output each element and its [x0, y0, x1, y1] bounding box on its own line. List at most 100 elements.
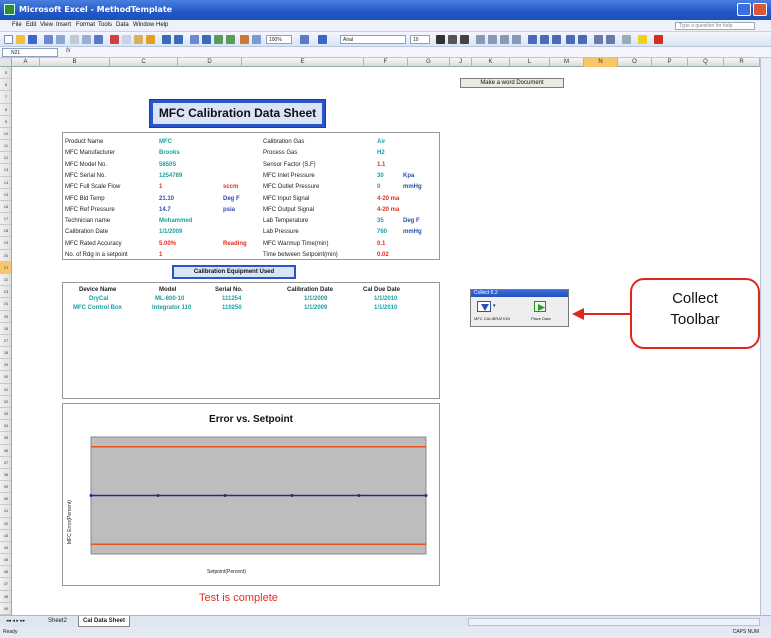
print-icon[interactable]	[70, 35, 79, 44]
menu-file[interactable]: File	[12, 22, 22, 28]
mfc-calibration-dropdown[interactable]: ▾	[493, 303, 496, 309]
copy-icon[interactable]	[122, 35, 131, 44]
row-header[interactable]: 43	[0, 530, 11, 542]
bold-icon[interactable]	[436, 35, 445, 44]
row-header[interactable]: 36	[0, 445, 11, 457]
row-header[interactable]: 21	[0, 261, 11, 275]
format-painter-icon[interactable]	[146, 35, 155, 44]
print-preview-icon[interactable]	[82, 35, 91, 44]
row-header[interactable]: 20	[0, 250, 11, 262]
row-header[interactable]: 13	[0, 164, 11, 177]
autosum-icon[interactable]	[202, 35, 211, 44]
row-header[interactable]: 9	[0, 116, 11, 128]
row-header[interactable]: 27	[0, 335, 11, 348]
horizontal-scrollbar[interactable]	[468, 618, 760, 626]
row-header[interactable]: 15	[0, 189, 11, 201]
paste-icon[interactable]	[134, 35, 143, 44]
column-header[interactable]: R	[724, 58, 760, 67]
row-header[interactable]: 38	[0, 469, 11, 482]
borders-icon[interactable]	[622, 35, 631, 44]
row-header[interactable]: 12	[0, 152, 11, 165]
mfc-calibration-button[interactable]	[477, 301, 491, 312]
tab-nav-arrows[interactable]: ◂◂ ◂ ▸ ▸▸	[2, 616, 29, 627]
row-header[interactable]: 33	[0, 408, 11, 421]
drawing-icon[interactable]	[252, 35, 261, 44]
row-header[interactable]: 17	[0, 213, 11, 226]
menu-help[interactable]: Help	[156, 22, 168, 28]
make-word-document-button[interactable]: Make a word Document	[460, 78, 564, 88]
comma-icon[interactable]	[552, 35, 561, 44]
row-header[interactable]: 46	[0, 566, 11, 579]
row-header[interactable]: 14	[0, 177, 11, 189]
sort-desc-icon[interactable]	[226, 35, 235, 44]
row-header[interactable]: 47	[0, 578, 11, 591]
underline-icon[interactable]	[460, 35, 469, 44]
column-header[interactable]: Q	[688, 58, 724, 67]
save-icon[interactable]	[28, 35, 37, 44]
toolbar-blue-icon[interactable]	[318, 35, 327, 44]
row-header[interactable]: 18	[0, 225, 11, 238]
font-select[interactable]: Arial	[340, 35, 406, 44]
open-icon[interactable]	[16, 35, 25, 44]
row-header[interactable]: 16	[0, 201, 11, 214]
row-header[interactable]: 45	[0, 554, 11, 567]
row-header[interactable]: 7	[0, 91, 11, 104]
menu-window[interactable]: Window	[133, 22, 154, 28]
menu-view[interactable]: View	[40, 22, 53, 28]
font-color-icon[interactable]	[654, 35, 663, 44]
row-header[interactable]: 35	[0, 432, 11, 445]
menu-tools[interactable]: Tools	[98, 22, 112, 28]
close-button[interactable]	[753, 3, 767, 16]
help-search-input[interactable]: Type a question for help	[675, 22, 755, 30]
column-header[interactable]: E	[242, 58, 364, 67]
increase-decimal-icon[interactable]	[566, 35, 575, 44]
row-header[interactable]: 25	[0, 311, 11, 323]
row-header[interactable]: 37	[0, 457, 11, 469]
currency-icon[interactable]	[528, 35, 537, 44]
row-header[interactable]: 5	[0, 67, 11, 80]
row-header[interactable]: 32	[0, 396, 11, 408]
increase-indent-icon[interactable]	[606, 35, 615, 44]
spelling-icon[interactable]	[94, 35, 103, 44]
decrease-indent-icon[interactable]	[594, 35, 603, 44]
row-header[interactable]: 6	[0, 79, 11, 92]
row-header[interactable]: 8	[0, 104, 11, 116]
zoom-select[interactable]: 100%	[266, 35, 292, 44]
email-icon[interactable]	[56, 35, 65, 44]
font-size-select[interactable]: 10	[410, 35, 430, 44]
column-header[interactable]: N	[584, 58, 618, 67]
minimize-button[interactable]	[737, 3, 751, 16]
column-header[interactable]: C	[110, 58, 178, 67]
tab-sheet2[interactable]: Sheet2	[44, 616, 71, 627]
chart-wizard-icon[interactable]	[240, 35, 249, 44]
row-header[interactable]: 34	[0, 420, 11, 433]
undo-icon[interactable]	[162, 35, 171, 44]
decrease-decimal-icon[interactable]	[578, 35, 587, 44]
column-header[interactable]: O	[618, 58, 652, 67]
column-header[interactable]: D	[178, 58, 242, 67]
merge-center-icon[interactable]	[512, 35, 521, 44]
menu-format[interactable]: Format	[76, 22, 95, 28]
row-header[interactable]: 40	[0, 493, 11, 506]
align-center-icon[interactable]	[488, 35, 497, 44]
row-header[interactable]: 26	[0, 323, 11, 335]
italic-icon[interactable]	[448, 35, 457, 44]
row-header[interactable]: 23	[0, 286, 11, 299]
row-header[interactable]: 22	[0, 274, 11, 287]
name-box[interactable]: N21	[2, 48, 58, 57]
permission-icon[interactable]	[44, 35, 53, 44]
column-header[interactable]: K	[472, 58, 510, 67]
column-header[interactable]: L	[510, 58, 550, 67]
hyperlink-icon[interactable]	[190, 35, 199, 44]
help-icon[interactable]	[300, 35, 309, 44]
tab-cal-data-sheet[interactable]: Cal Data Sheet	[78, 616, 131, 627]
column-header[interactable]: A	[12, 58, 40, 67]
row-header[interactable]: 11	[0, 140, 11, 153]
new-icon[interactable]	[4, 35, 13, 44]
redo-icon[interactable]	[174, 35, 183, 44]
row-header[interactable]: 28	[0, 347, 11, 360]
menu-edit[interactable]: Edit	[26, 22, 36, 28]
row-header[interactable]: 42	[0, 518, 11, 530]
row-header[interactable]: 49	[0, 603, 11, 615]
column-header[interactable]: J	[450, 58, 472, 67]
